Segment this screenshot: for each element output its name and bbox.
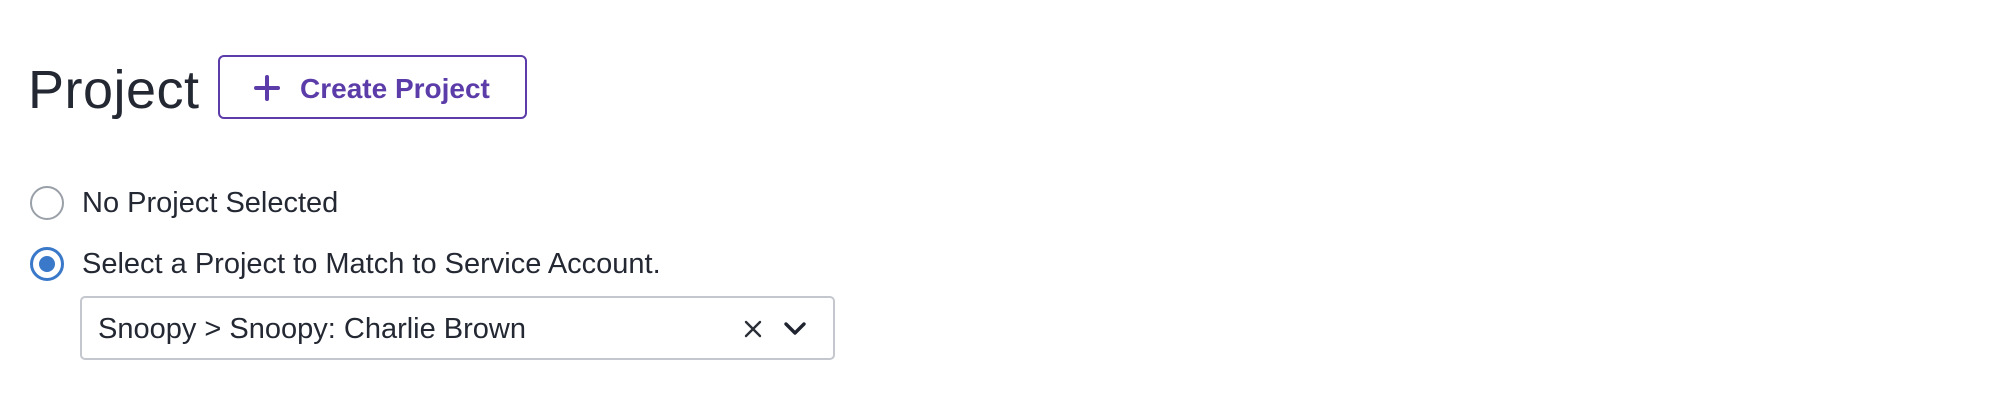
- radio-option-no-project[interactable]: No Project Selected: [30, 186, 338, 220]
- create-project-button-label: Create Project: [300, 73, 490, 104]
- project-select-dropdown[interactable]: Snoopy > Snoopy: Charlie Brown: [80, 296, 835, 360]
- radio-label-select-project: Select a Project to Match to Service Acc…: [82, 248, 661, 280]
- chevron-down-icon[interactable]: [782, 316, 808, 342]
- create-project-button[interactable]: Create Project: [218, 55, 527, 119]
- close-icon[interactable]: [742, 318, 764, 340]
- radio-button-unchecked[interactable]: [30, 186, 64, 220]
- project-select-value: Snoopy > Snoopy: Charlie Brown: [98, 313, 527, 345]
- radio-button-checked[interactable]: [30, 247, 64, 281]
- radio-label-no-project: No Project Selected: [82, 187, 339, 219]
- radio-option-select-project[interactable]: Select a Project to Match to Service Acc…: [30, 247, 661, 281]
- plus-icon: [254, 75, 280, 101]
- page-title: Project: [28, 60, 200, 120]
